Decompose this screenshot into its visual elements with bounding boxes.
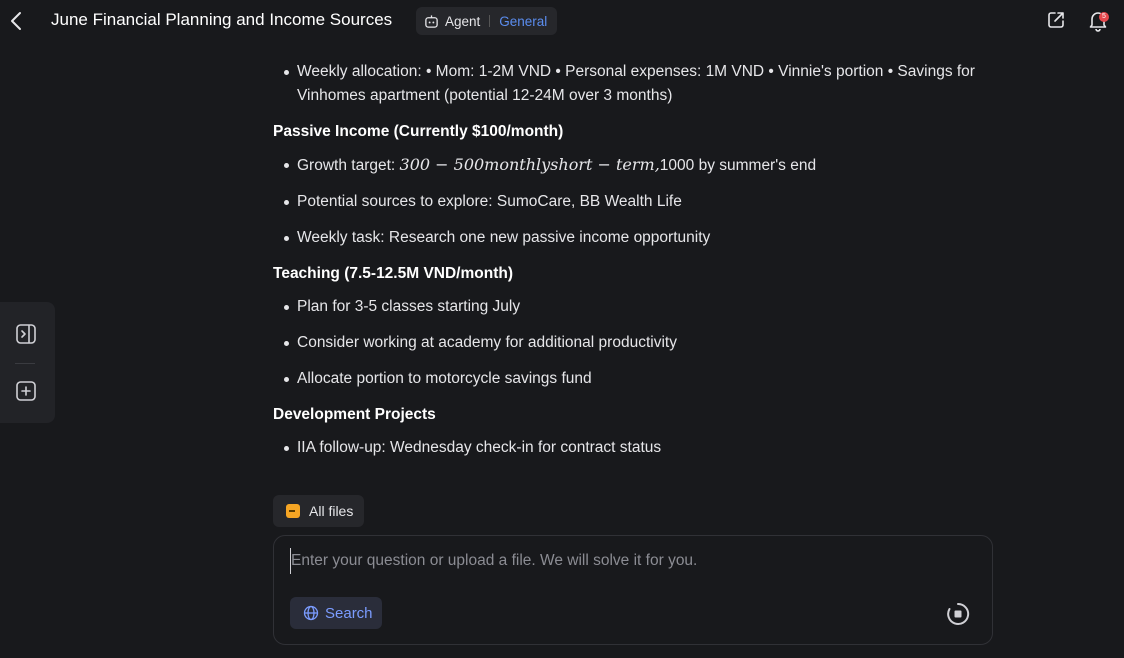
growth-suffix: 1000 by summer's end [659,157,817,174]
development-list: IIA follow-up: Wednesday check-in for co… [273,436,993,460]
list-item: Growth target: 300 − 500monthlyshort − t… [273,153,993,178]
growth-math: 300 − 500monthlyshort − term, [399,155,660,174]
intro-list: Weekly allocation: • Mom: 1-2M VND • Per… [273,60,993,108]
list-item: Consider working at academy for addition… [273,331,993,355]
globe-icon [303,605,319,621]
folder-icon [286,504,300,518]
question-input[interactable] [290,548,970,574]
chevron-left-icon [11,12,21,30]
header: June Financial Planning and Income Sourc… [0,0,1124,44]
passive-income-list: Growth target: 300 − 500monthlyshort − t… [273,153,993,250]
share-icon [1048,12,1064,28]
section-title: Teaching (7.5-12.5M VND/month) [273,265,513,282]
teaching-list: Plan for 3-5 classes starting July Consi… [273,295,993,391]
notification-badge: 5 [1099,12,1109,22]
toggle-panel-button[interactable] [14,322,38,346]
mode-label: General [499,13,548,29]
share-button[interactable] [1046,10,1066,32]
list-item: Potential sources to explore: SumoCare, … [273,190,993,214]
search-toggle-button[interactable]: Search [290,597,382,629]
all-files-button[interactable]: All files [273,495,364,527]
list-item: Weekly task: Research one new passive in… [273,226,993,250]
composer: Search [273,535,993,645]
growth-prefix: Growth target: [297,157,400,174]
robot-icon [425,14,438,28]
agent-label: Agent [445,13,481,29]
section-title: Development Projects [273,406,436,423]
page-title: June Financial Planning and Income Sourc… [51,10,393,29]
side-toolbar [0,302,55,423]
chip-divider [489,15,491,27]
list-item: Allocate portion to motorcycle savings f… [273,367,993,391]
back-button[interactable] [6,9,26,33]
stop-generation-button[interactable] [946,602,970,626]
list-item: IIA follow-up: Wednesday check-in for co… [273,436,993,460]
search-label: Search [325,604,373,622]
panel-toggle-icon [16,324,36,344]
section-title: Passive Income (Currently $100/month) [273,123,564,140]
plus-square-icon [16,381,36,401]
stop-icon [947,602,970,625]
all-files-label: All files [309,503,354,519]
toolbar-divider [15,363,35,364]
notifications-button[interactable]: 5 [1088,10,1110,32]
message-content: Weekly allocation: • Mom: 1-2M VND • Per… [273,60,993,483]
list-item: Weekly allocation: • Mom: 1-2M VND • Per… [273,60,993,108]
agent-mode-selector[interactable]: Agent General [416,7,557,35]
list-item: Plan for 3-5 classes starting July [273,295,993,319]
new-chat-button[interactable] [14,379,38,403]
